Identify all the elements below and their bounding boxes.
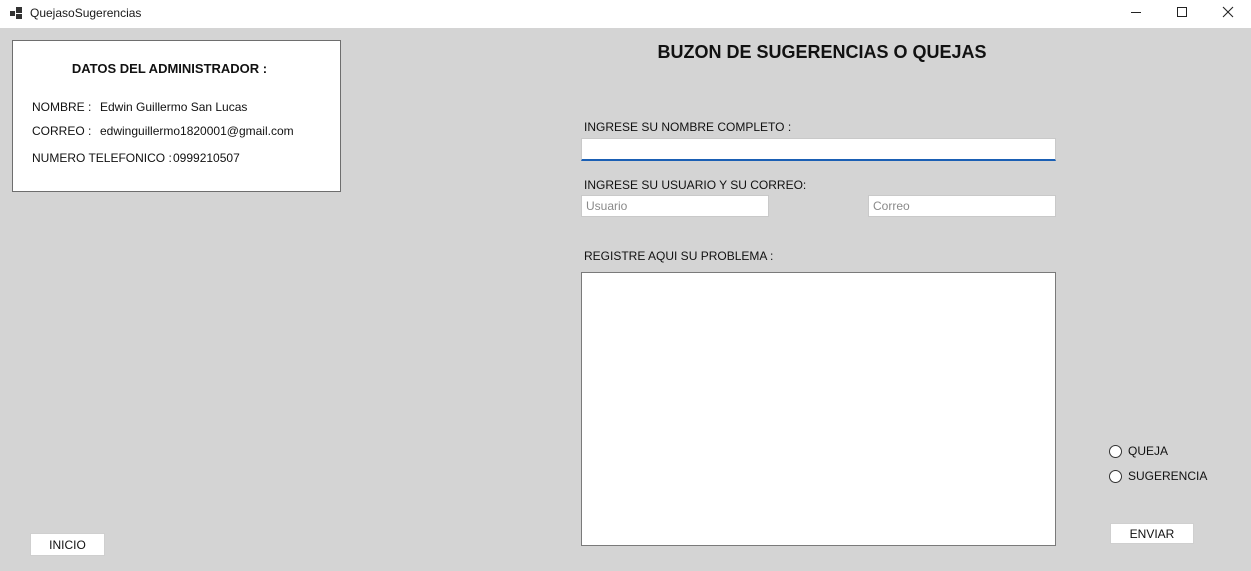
problem-textarea[interactable] bbox=[581, 272, 1056, 546]
app-window: QuejasoSugerencias DATOS DEL ADMINISTRAD… bbox=[0, 0, 1251, 571]
problem-label: REGISTRE AQUI SU PROBLEMA : bbox=[584, 249, 774, 263]
minimize-button[interactable] bbox=[1113, 0, 1159, 28]
full-name-input[interactable] bbox=[581, 138, 1056, 161]
home-button[interactable]: INICIO bbox=[30, 533, 105, 556]
email-input[interactable] bbox=[868, 195, 1056, 217]
radio-sugerencia-label[interactable]: SUGERENCIA bbox=[1128, 469, 1207, 483]
close-button[interactable] bbox=[1205, 0, 1251, 28]
admin-name-value: Edwin Guillermo San Lucas bbox=[100, 100, 248, 114]
admin-info-panel: DATOS DEL ADMINISTRADOR : NOMBRE : Edwin… bbox=[12, 40, 341, 192]
radio-sugerencia[interactable]: SUGERENCIA bbox=[1109, 469, 1207, 483]
minimize-icon bbox=[1130, 5, 1142, 23]
page-title: BUZON DE SUGERENCIAS O QUEJAS bbox=[657, 42, 987, 62]
name-label: INGRESE SU NOMBRE COMPLETO : bbox=[584, 120, 792, 134]
admin-phone-label: NUMERO TELEFONICO : bbox=[32, 151, 172, 165]
maximize-button[interactable] bbox=[1159, 0, 1205, 28]
app-window-icon bbox=[10, 7, 23, 20]
radio-queja-label[interactable]: QUEJA bbox=[1128, 444, 1168, 458]
admin-panel-title: DATOS DEL ADMINISTRADOR : bbox=[71, 61, 268, 76]
window-title: QuejasoSugerencias bbox=[30, 6, 142, 20]
radio-unchecked-icon[interactable] bbox=[1109, 444, 1122, 458]
maximize-icon bbox=[1176, 5, 1188, 23]
radio-unchecked-icon[interactable] bbox=[1109, 469, 1122, 483]
user-email-label: INGRESE SU USUARIO Y SU CORREO: bbox=[584, 178, 807, 192]
admin-phone-value: 0999210507 bbox=[173, 151, 240, 165]
admin-email-label: CORREO : bbox=[32, 124, 92, 138]
admin-email-value: edwinguillermo1820001@gmail.com bbox=[100, 124, 294, 138]
send-button[interactable]: ENVIAR bbox=[1110, 523, 1194, 544]
username-input[interactable] bbox=[581, 195, 769, 217]
title-bar[interactable]: QuejasoSugerencias bbox=[0, 0, 1251, 28]
radio-queja[interactable]: QUEJA bbox=[1109, 444, 1168, 458]
close-icon bbox=[1222, 5, 1234, 23]
admin-name-label: NOMBRE : bbox=[32, 100, 92, 114]
